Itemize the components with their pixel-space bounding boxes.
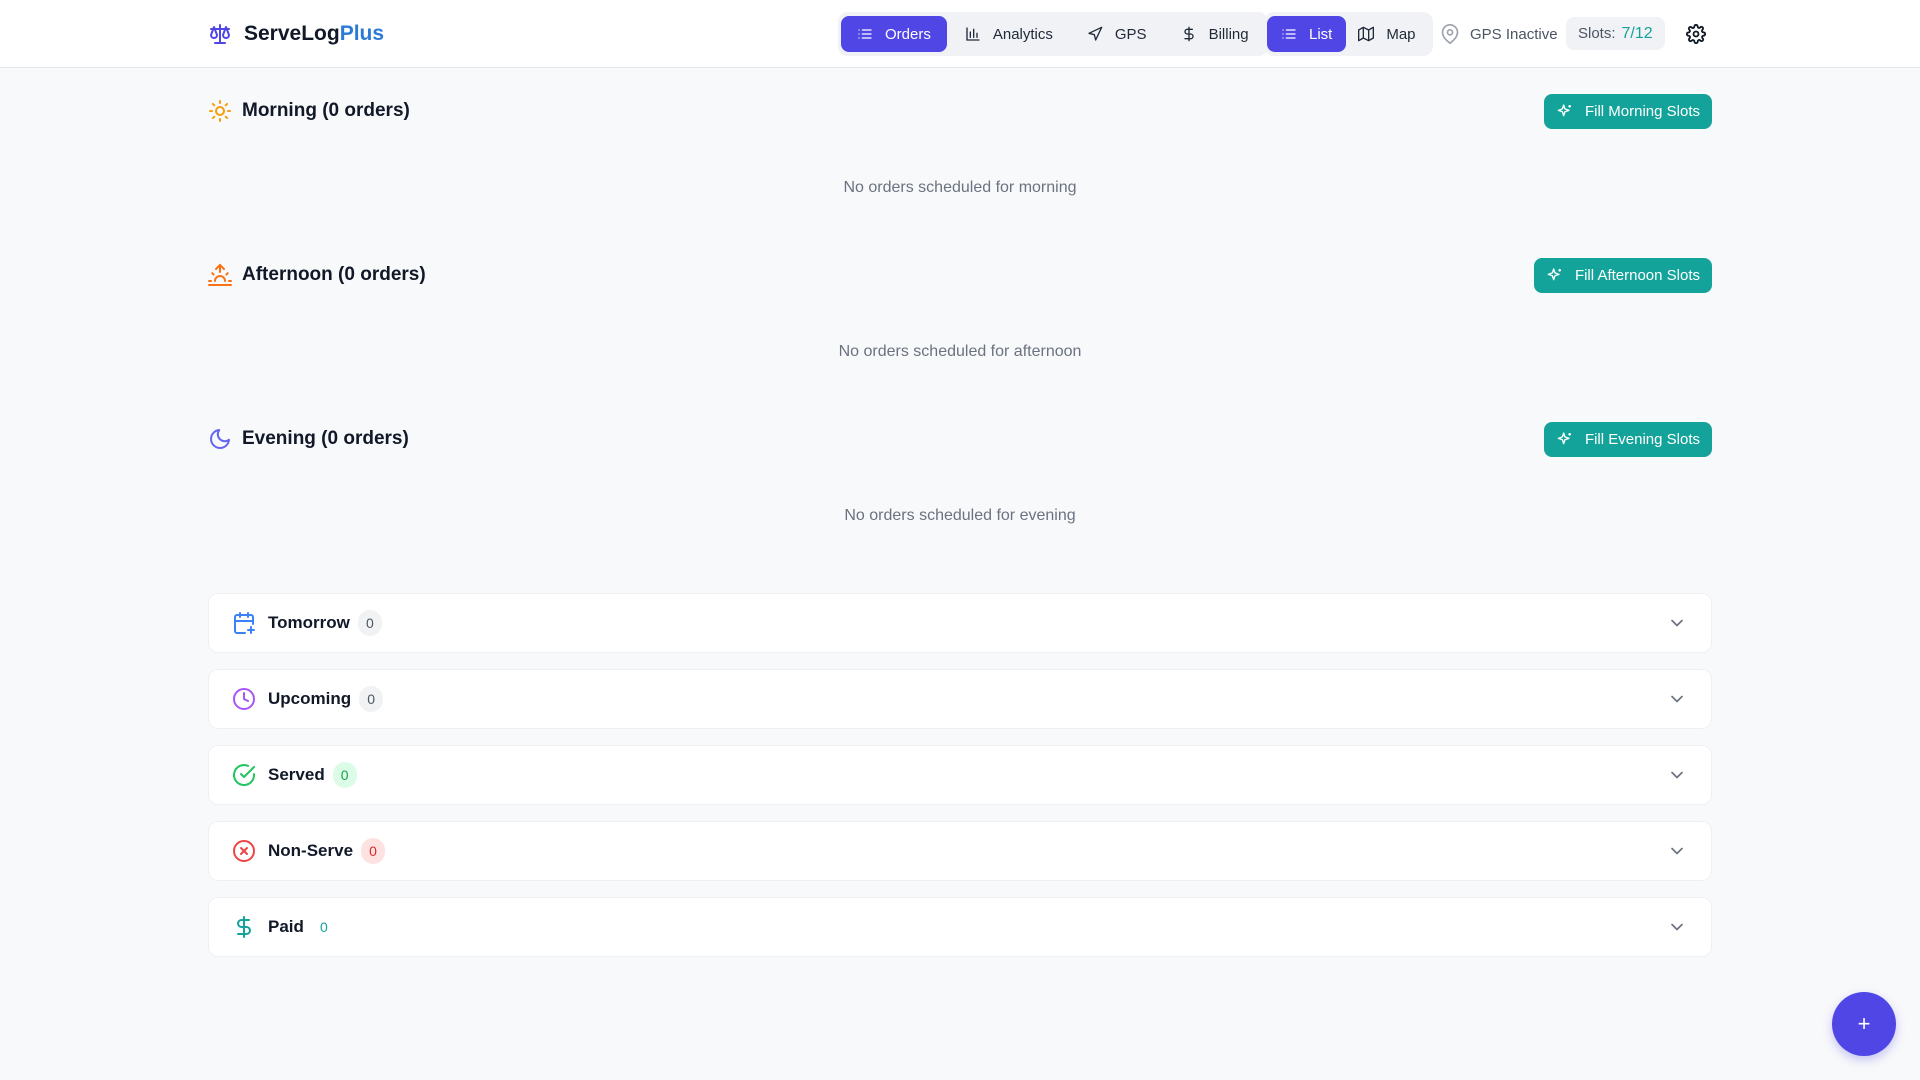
scale-icon (208, 22, 232, 46)
map-pin-icon (1440, 24, 1460, 44)
x-circle-icon (232, 839, 256, 863)
chevron-down-icon[interactable] (1667, 613, 1687, 633)
add-order-button[interactable]: + (1832, 992, 1896, 1056)
gear-icon (1686, 24, 1706, 44)
sunset-icon (208, 263, 232, 287)
empty-message-morning: No orders scheduled for morning (843, 179, 1077, 196)
count-badge: 0 (332, 762, 357, 788)
morning-section-header: Morning (0 orders) Fill Morning Slots (208, 93, 1712, 129)
chevron-down-icon[interactable] (1667, 841, 1687, 861)
tab-orders[interactable]: Orders (841, 16, 947, 52)
fill-afternoon-slots-button[interactable]: Fill Afternoon Slots (1533, 257, 1712, 293)
group-non-serve[interactable]: Non-Serve 0 (208, 821, 1712, 881)
tab-analytics[interactable]: Analytics (949, 16, 1069, 52)
calendar-plus-icon (232, 611, 256, 635)
mode-map[interactable]: Map (1348, 16, 1429, 52)
clock-icon (232, 687, 256, 711)
brand-name: ServeLogPlus (244, 22, 385, 45)
dollar-icon (232, 915, 256, 939)
group-served[interactable]: Served 0 (208, 745, 1712, 805)
list-icon (857, 26, 873, 42)
afternoon-section-header: Afternoon (0 orders) Fill Afternoon Slot… (208, 257, 1712, 293)
tab-billing[interactable]: Billing (1165, 16, 1265, 52)
chevron-down-icon[interactable] (1667, 689, 1687, 709)
navigation-icon (1087, 26, 1103, 42)
group-upcoming[interactable]: Upcoming 0 (208, 669, 1712, 729)
dollar-icon (1181, 26, 1197, 42)
chevron-down-icon[interactable] (1667, 917, 1687, 937)
count-badge: 0 (320, 919, 328, 935)
chevron-down-icon[interactable] (1667, 765, 1687, 785)
display-mode-switcher: List Map (1264, 12, 1433, 56)
count-badge: 0 (357, 610, 382, 636)
group-paid[interactable]: Paid 0 (208, 897, 1712, 957)
empty-message-afternoon: No orders scheduled for afternoon (838, 343, 1082, 360)
map-icon (1358, 26, 1375, 42)
section-title-morning: Morning (0 orders) (242, 100, 410, 121)
tab-gps[interactable]: GPS (1071, 16, 1163, 52)
sparkles-icon (1547, 267, 1563, 283)
sun-icon (208, 99, 232, 123)
fill-morning-slots-button[interactable]: Fill Morning Slots (1543, 93, 1712, 129)
sparkles-icon (1557, 431, 1573, 447)
gps-status[interactable]: GPS Inactive (1440, 22, 1558, 46)
moon-icon (208, 427, 232, 451)
check-circle-icon (232, 763, 256, 787)
empty-message-evening: No orders scheduled for evening (844, 507, 1076, 524)
section-title-afternoon: Afternoon (0 orders) (242, 264, 426, 285)
bar-chart-icon (965, 26, 981, 42)
brand-logo[interactable]: ServeLogPlus (208, 20, 384, 48)
sparkles-icon (1557, 103, 1573, 119)
mode-list[interactable]: List (1267, 16, 1347, 52)
evening-section-header: Evening (0 orders) Fill Evening Slots (208, 421, 1712, 457)
settings-button[interactable] (1686, 24, 1706, 44)
count-badge: 0 (359, 686, 384, 712)
group-tomorrow[interactable]: Tomorrow 0 (208, 593, 1712, 653)
slots-value: 7/12 (1621, 24, 1653, 42)
app-header: ServeLogPlus Orders Analytics GPS Billin… (0, 0, 1920, 68)
fill-evening-slots-button[interactable]: Fill Evening Slots (1543, 421, 1712, 457)
slots-indicator: Slots: 7/12 (1566, 17, 1665, 50)
list-icon (1281, 26, 1297, 42)
view-switcher: Orders Analytics GPS Billing (838, 12, 1268, 56)
section-title-evening: Evening (0 orders) (242, 428, 409, 449)
count-badge: 0 (361, 838, 386, 864)
